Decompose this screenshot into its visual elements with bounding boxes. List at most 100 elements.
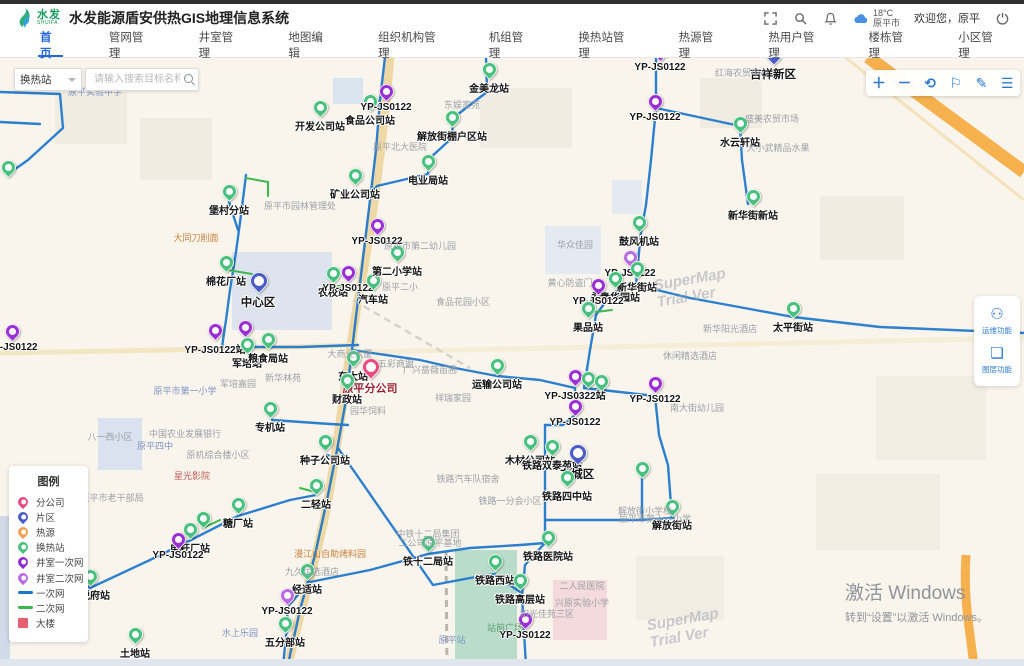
marker-东城区[interactable] bbox=[569, 444, 585, 460]
map-legend: 图例 分公司片区热源换热站井室一次网井室二次网一次网二次网大楼 bbox=[9, 466, 88, 642]
marker-糖厂站[interactable] bbox=[231, 497, 244, 510]
marker-粮食局站[interactable] bbox=[261, 332, 274, 345]
marker-铁路高层站[interactable] bbox=[513, 573, 526, 586]
marker-YP-JS0122[interactable] bbox=[341, 265, 354, 278]
marker-食品公司站[interactable] bbox=[363, 94, 376, 107]
marker-电杆厂站[interactable] bbox=[183, 522, 196, 535]
marker-铁路医院站[interactable] bbox=[541, 530, 554, 543]
legend-label: 井室二次网 bbox=[36, 571, 84, 585]
tab-井室管理[interactable]: 井室管理 bbox=[175, 32, 265, 57]
marker-农校站[interactable] bbox=[326, 266, 339, 279]
marker-station[interactable] bbox=[581, 371, 594, 384]
bell-icon[interactable] bbox=[823, 10, 839, 26]
marker-YP-JS0322站[interactable] bbox=[568, 369, 581, 382]
chevron-down-icon bbox=[68, 78, 76, 82]
draw-button[interactable]: ✎ bbox=[971, 76, 991, 90]
marker-well1[interactable] bbox=[238, 320, 251, 333]
marker-鼓风机站[interactable] bbox=[632, 215, 645, 228]
marker-YP-JS0122[interactable] bbox=[648, 94, 661, 107]
marker-经适站[interactable] bbox=[300, 563, 313, 576]
marker-专机站[interactable] bbox=[263, 401, 276, 414]
marker-永贵华园站[interactable] bbox=[608, 271, 621, 284]
marker-解放街棚户区站[interactable] bbox=[445, 110, 458, 123]
marker-水云轩站[interactable] bbox=[733, 116, 746, 129]
marker-YP-JS0122[interactable] bbox=[171, 532, 184, 545]
marker-铁路西站[interactable] bbox=[488, 554, 501, 567]
marker-YP-JS0122[interactable] bbox=[568, 399, 581, 412]
marker-木材公司站[interactable] bbox=[523, 434, 536, 447]
marker-station[interactable] bbox=[1, 160, 14, 173]
layers-tool-button-label: 图层功能 bbox=[982, 364, 1012, 375]
marker-土地站[interactable] bbox=[128, 627, 141, 640]
reset-view-button[interactable]: ⟲ bbox=[920, 76, 940, 90]
marker-运输公司站[interactable] bbox=[490, 358, 503, 371]
marker-中心区[interactable] bbox=[250, 272, 266, 288]
marker-电业局站[interactable] bbox=[421, 154, 434, 167]
tab-小区管理[interactable]: 小区管理 bbox=[934, 32, 1024, 57]
marker-station[interactable] bbox=[594, 374, 607, 387]
marker-棉花厂站[interactable] bbox=[219, 255, 232, 268]
marker-YP-JS0122[interactable] bbox=[5, 324, 18, 337]
marker-铁十二局站[interactable] bbox=[421, 535, 434, 548]
marker-新华街站[interactable] bbox=[630, 261, 643, 274]
welcome-text: 欢迎您，原平 bbox=[914, 10, 980, 26]
marker-开发公司站[interactable] bbox=[313, 100, 326, 113]
marker-解放街站[interactable] bbox=[665, 499, 678, 512]
weather-widget: 18°C 原平市 bbox=[853, 8, 900, 29]
marker-金美龙站[interactable] bbox=[482, 62, 495, 75]
maintenance-tool-button[interactable]: ⚇运维功能 bbox=[974, 302, 1020, 341]
marker-station[interactable] bbox=[635, 461, 648, 474]
tab-首页[interactable]: 首页 bbox=[16, 32, 85, 57]
marker-新华街新站[interactable] bbox=[746, 189, 759, 202]
zoom-in-button[interactable]: ＋ bbox=[869, 76, 889, 90]
marker-铁路四中站[interactable] bbox=[560, 470, 573, 483]
marker-YP-JS0122[interactable] bbox=[370, 218, 383, 231]
marker-YP-JS0122[interactable] bbox=[648, 376, 661, 389]
search-icon[interactable] bbox=[793, 10, 809, 26]
marker-太平街站[interactable] bbox=[786, 301, 799, 314]
marker-YP-JS0122[interactable] bbox=[518, 612, 531, 625]
tab-机组管理[interactable]: 机组管理 bbox=[465, 32, 555, 57]
marker-铁路双泰苑站[interactable] bbox=[545, 439, 558, 452]
tab-地图编辑[interactable]: 地图编辑 bbox=[264, 32, 354, 57]
marker-矿业公司站[interactable] bbox=[348, 168, 361, 181]
logout-icon[interactable] bbox=[994, 10, 1010, 26]
legend-item-片区: 片区 bbox=[18, 509, 88, 524]
tab-热源管理[interactable]: 热源管理 bbox=[655, 32, 745, 57]
marker-第二小学站[interactable] bbox=[390, 245, 403, 258]
marker-财政站[interactable] bbox=[340, 373, 353, 386]
marker-YP-JS0122站[interactable] bbox=[208, 323, 221, 336]
marker-二轻站[interactable] bbox=[309, 478, 322, 491]
zoom-out-button[interactable]: － bbox=[894, 76, 914, 90]
marker-种子公司站[interactable] bbox=[318, 434, 331, 447]
tab-热用户管理[interactable]: 热用户管理 bbox=[744, 32, 844, 57]
legend-square-icon bbox=[18, 618, 36, 628]
search-submit-icon[interactable] bbox=[184, 74, 193, 83]
marker-原平分公司[interactable] bbox=[362, 358, 378, 374]
marker-果品站[interactable] bbox=[581, 301, 594, 314]
tab-管网管理[interactable]: 管网管理 bbox=[85, 32, 175, 57]
marker-东大站[interactable] bbox=[346, 350, 359, 363]
map-canvas[interactable] bbox=[0, 58, 1024, 666]
fullscreen-icon[interactable] bbox=[763, 10, 779, 26]
tab-换热站管理[interactable]: 换热站管理 bbox=[554, 32, 654, 57]
layer-settings-button[interactable]: ☰ bbox=[997, 76, 1017, 90]
marker-汽车站[interactable] bbox=[366, 273, 379, 286]
layers-tool-button[interactable]: ❏图层功能 bbox=[974, 341, 1020, 380]
marker-YP-JS0122[interactable] bbox=[280, 588, 293, 601]
cloud-icon bbox=[853, 12, 869, 24]
measure-button[interactable]: ⚐ bbox=[946, 76, 966, 90]
marker-YP-JS0122[interactable] bbox=[591, 278, 604, 291]
tab-楼栋管理[interactable]: 楼栋管理 bbox=[845, 32, 935, 57]
legend-pin-icon bbox=[18, 542, 36, 552]
marker-YP-JS0122[interactable] bbox=[379, 84, 392, 97]
tab-组织机构管理[interactable]: 组织机构管理 bbox=[354, 32, 465, 57]
marker-五分部站[interactable] bbox=[278, 616, 291, 629]
search-type-dropdown[interactable]: 换热站 bbox=[14, 68, 82, 91]
marker-军培站[interactable] bbox=[240, 337, 253, 350]
map-building bbox=[545, 226, 601, 274]
legend-pin-icon bbox=[18, 512, 36, 522]
marker-堡村分站[interactable] bbox=[222, 184, 235, 197]
search-input[interactable] bbox=[92, 69, 182, 90]
marker-station[interactable] bbox=[196, 511, 209, 524]
